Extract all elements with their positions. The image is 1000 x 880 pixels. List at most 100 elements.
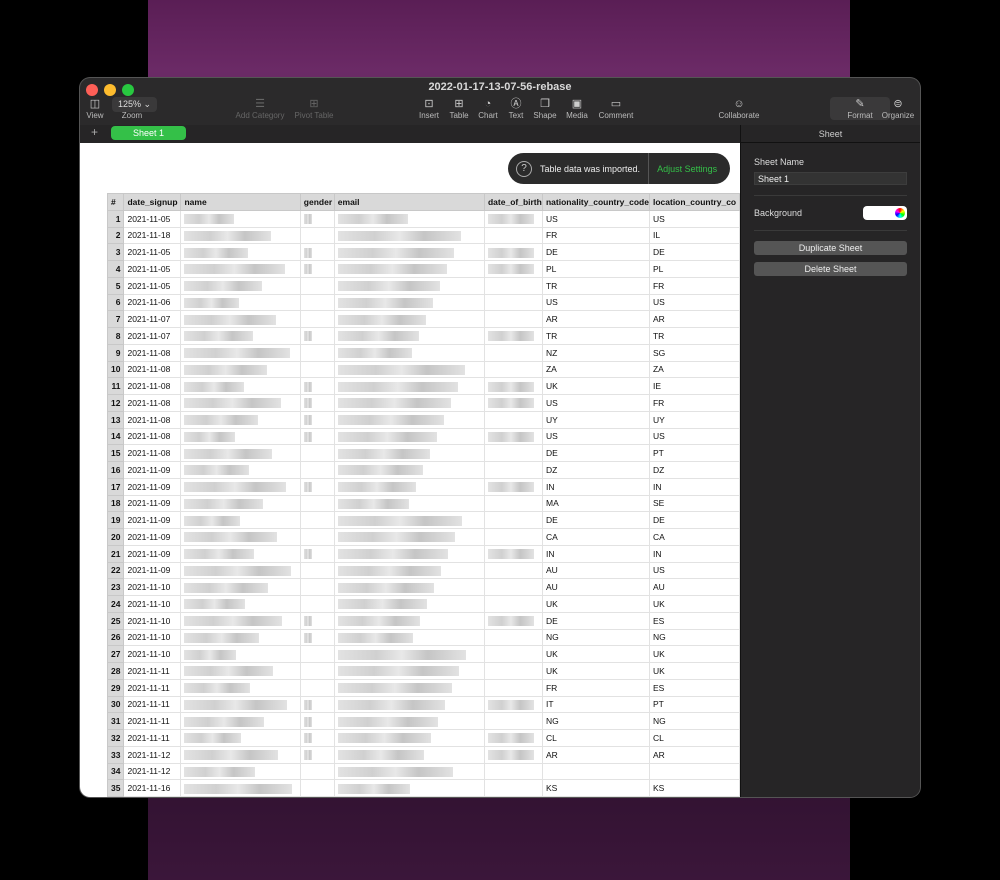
table-cell[interactable] bbox=[299, 544, 335, 563]
table-cell[interactable] bbox=[333, 444, 485, 462]
table-cell[interactable] bbox=[180, 695, 301, 714]
table-cell[interactable]: US bbox=[541, 427, 650, 446]
table-cell[interactable] bbox=[299, 394, 335, 412]
table-cell[interactable] bbox=[483, 377, 543, 395]
table-cell[interactable]: DE bbox=[541, 444, 650, 462]
table-cell[interactable] bbox=[299, 243, 335, 261]
table-cell[interactable] bbox=[483, 360, 543, 379]
table-cell[interactable] bbox=[333, 410, 485, 429]
table-cell[interactable] bbox=[333, 628, 485, 647]
table-cell[interactable]: 2021-11-10 bbox=[123, 578, 182, 596]
table-cell[interactable] bbox=[333, 544, 485, 563]
table-cell[interactable]: KS bbox=[648, 779, 740, 797]
table-cell[interactable]: 2021-11-10 bbox=[123, 611, 182, 630]
table-cell[interactable] bbox=[180, 209, 301, 228]
table-cell[interactable]: FR bbox=[648, 394, 740, 412]
table-cell[interactable]: IN bbox=[541, 544, 650, 563]
toolbar-organize-button[interactable]: ⊜ Organize bbox=[868, 97, 920, 120]
table-cell[interactable] bbox=[483, 628, 543, 647]
table-cell[interactable]: 2021-11-11 bbox=[123, 729, 182, 747]
table-cell[interactable] bbox=[483, 561, 543, 580]
table-cell[interactable] bbox=[299, 578, 335, 596]
row-number[interactable]: 17 bbox=[106, 477, 125, 496]
table-cell[interactable] bbox=[483, 678, 543, 697]
table-cell[interactable]: DE bbox=[541, 611, 650, 630]
table-cell[interactable] bbox=[483, 712, 543, 730]
table-cell[interactable]: 2021-11-11 bbox=[123, 712, 182, 730]
add-sheet-button[interactable]: + bbox=[91, 125, 98, 139]
table-cell[interactable]: AR bbox=[648, 745, 740, 764]
row-number[interactable]: 25 bbox=[106, 611, 125, 630]
row-number[interactable]: 7 bbox=[106, 310, 125, 328]
duplicate-sheet-button[interactable]: Duplicate Sheet bbox=[754, 241, 907, 255]
column-header[interactable]: date_of_birth bbox=[483, 193, 543, 211]
table-cell[interactable]: NG bbox=[541, 712, 650, 730]
table-cell[interactable] bbox=[299, 276, 335, 295]
table-cell[interactable]: TR bbox=[541, 327, 650, 345]
toolbar-collaborate-button[interactable]: ☺ Collaborate bbox=[709, 97, 769, 120]
row-number[interactable]: 10 bbox=[106, 360, 125, 379]
table-cell[interactable]: NG bbox=[648, 628, 740, 647]
row-number[interactable]: 21 bbox=[106, 544, 125, 563]
table-cell[interactable]: IE bbox=[648, 377, 740, 395]
row-number[interactable]: 1 bbox=[106, 209, 125, 228]
table-cell[interactable] bbox=[483, 695, 543, 714]
table-cell[interactable]: 2021-11-10 bbox=[123, 628, 182, 647]
table-cell[interactable] bbox=[333, 260, 485, 278]
table-cell[interactable] bbox=[483, 578, 543, 596]
table-cell[interactable]: FR bbox=[541, 678, 650, 697]
table-cell[interactable] bbox=[180, 544, 301, 563]
table-cell[interactable] bbox=[180, 293, 301, 312]
table-cell[interactable] bbox=[333, 394, 485, 412]
table-cell[interactable]: IL bbox=[648, 226, 740, 245]
table-cell[interactable] bbox=[333, 561, 485, 580]
table-cell[interactable] bbox=[299, 427, 335, 446]
table-cell[interactable]: KS bbox=[541, 779, 650, 797]
table-cell[interactable]: 2021-11-08 bbox=[123, 360, 182, 379]
table-cell[interactable] bbox=[299, 595, 335, 613]
delete-sheet-button[interactable]: Delete Sheet bbox=[754, 262, 907, 276]
table-cell[interactable] bbox=[483, 662, 543, 680]
color-wheel-icon[interactable] bbox=[895, 208, 905, 218]
column-header[interactable]: # bbox=[106, 193, 125, 211]
table-cell[interactable] bbox=[648, 762, 740, 781]
table-cell[interactable]: AR bbox=[541, 745, 650, 764]
table-cell[interactable] bbox=[483, 528, 543, 546]
table-cell[interactable] bbox=[333, 611, 485, 630]
table-cell[interactable] bbox=[299, 628, 335, 647]
table-cell[interactable] bbox=[333, 209, 485, 228]
table-cell[interactable]: UK bbox=[541, 377, 650, 395]
table-cell[interactable]: 2021-11-08 bbox=[123, 427, 182, 446]
table-cell[interactable]: DE bbox=[648, 243, 740, 261]
table-cell[interactable] bbox=[333, 528, 485, 546]
table-cell[interactable] bbox=[180, 360, 301, 379]
table-cell[interactable] bbox=[333, 678, 485, 697]
row-number[interactable]: 2 bbox=[106, 226, 125, 245]
table-cell[interactable] bbox=[180, 444, 301, 462]
table-cell[interactable] bbox=[299, 477, 335, 496]
table-cell[interactable] bbox=[483, 209, 543, 228]
row-number[interactable]: 24 bbox=[106, 595, 125, 613]
table-cell[interactable]: FR bbox=[541, 226, 650, 245]
table-cell[interactable] bbox=[180, 528, 301, 546]
table-cell[interactable] bbox=[180, 394, 301, 412]
table-cell[interactable]: 2021-11-09 bbox=[123, 511, 182, 529]
table-cell[interactable]: AU bbox=[648, 578, 740, 596]
table-cell[interactable]: UK bbox=[648, 662, 740, 680]
table-cell[interactable]: 2021-11-11 bbox=[123, 662, 182, 680]
table-cell[interactable]: ZA bbox=[648, 360, 740, 379]
table-cell[interactable] bbox=[299, 260, 335, 278]
table-cell[interactable] bbox=[299, 494, 335, 513]
adjust-settings-button[interactable]: Adjust Settings bbox=[657, 164, 717, 174]
row-number[interactable]: 33 bbox=[106, 745, 125, 764]
table-cell[interactable]: PT bbox=[648, 695, 740, 714]
table-cell[interactable]: 2021-11-07 bbox=[123, 310, 182, 328]
table-cell[interactable] bbox=[483, 544, 543, 563]
row-number[interactable]: 22 bbox=[106, 561, 125, 580]
table-cell[interactable] bbox=[483, 762, 543, 781]
table-cell[interactable] bbox=[483, 394, 543, 412]
table-cell[interactable] bbox=[483, 293, 543, 312]
row-number[interactable]: 19 bbox=[106, 511, 125, 529]
table-cell[interactable] bbox=[299, 745, 335, 764]
table-cell[interactable] bbox=[333, 293, 485, 312]
